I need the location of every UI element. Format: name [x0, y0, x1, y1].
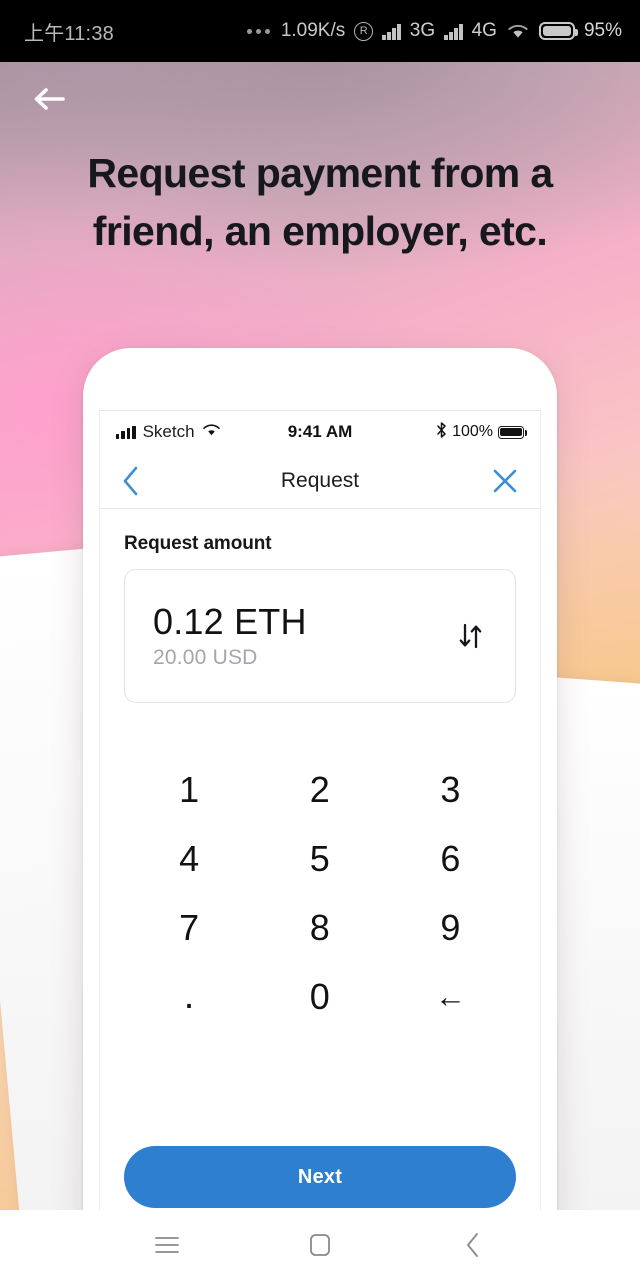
key-4[interactable]: 4 — [124, 824, 255, 893]
nav-home-button[interactable] — [292, 1217, 348, 1273]
app-close-button[interactable] — [492, 468, 518, 494]
app-nav-bar: Request — [100, 453, 540, 509]
hero-banner: Request payment from a friend, an employ… — [0, 62, 640, 1210]
network-speed-label: 1.09K/s — [280, 20, 346, 41]
network-type-label-2: 4G — [471, 20, 497, 41]
system-clock: 上午11:38 — [24, 22, 114, 45]
request-amount-label: Request amount — [124, 533, 272, 554]
wifi-icon — [202, 422, 221, 442]
wifi-icon — [506, 22, 530, 40]
key-9[interactable]: 9 — [385, 893, 516, 962]
next-button[interactable]: Next — [124, 1146, 516, 1208]
hero-back-button[interactable] — [27, 76, 73, 122]
amount-primary-value: 0.12 ETH — [153, 601, 307, 643]
page-title-line-2: friend, an employer, etc. — [92, 208, 548, 255]
android-navigation-bar — [0, 1210, 640, 1280]
key-8[interactable]: 8 — [255, 893, 386, 962]
chevron-left-icon — [123, 466, 138, 495]
app-back-button[interactable] — [122, 466, 140, 496]
system-status-icons: 1.09K/s R 3G 4G 95% — [246, 20, 622, 42]
amount-values: 0.12 ETH 20.00 USD — [153, 602, 307, 670]
system-status-bar: 上午11:38 1.09K/s R 3G 4G 95% — [0, 0, 640, 62]
signal-bars-icon — [116, 425, 136, 439]
phone-status-bar: Sketch 9:41 AM 100% — [100, 411, 540, 453]
key-1[interactable]: 1 — [124, 755, 255, 824]
phone-screen: Sketch 9:41 AM 100% Request Request amou… — [99, 410, 541, 1210]
key-7[interactable]: 7 — [124, 893, 255, 962]
close-x-icon — [493, 469, 517, 492]
network-type-label-1: 3G — [409, 20, 436, 41]
key-5[interactable]: 5 — [255, 824, 386, 893]
nav-back-button[interactable] — [445, 1217, 501, 1273]
arrow-left-icon — [34, 88, 65, 110]
phone-status-left: Sketch — [116, 422, 221, 442]
swap-currency-button[interactable] — [449, 614, 493, 658]
registered-icon: R — [354, 21, 374, 41]
amount-input-card[interactable]: 0.12 ETH 20.00 USD — [124, 569, 516, 703]
app-screen: 上午11:38 1.09K/s R 3G 4G 95% Request paym… — [0, 0, 640, 1280]
bluetooth-icon — [436, 421, 447, 443]
key-3[interactable]: 3 — [385, 755, 516, 824]
battery-percent-label: 95% — [583, 20, 622, 41]
page-title: Request payment from a friend, an employ… — [0, 144, 640, 260]
app-content: Request amount 0.12 ETH 20.00 USD 1 2 3 … — [100, 509, 540, 1210]
battery-icon — [498, 425, 527, 439]
home-square-icon — [310, 1234, 330, 1256]
signal-bars-icon-2 — [444, 23, 463, 40]
battery-icon — [538, 22, 578, 40]
signal-bars-icon-1 — [382, 23, 401, 40]
app-nav-title: Request — [280, 468, 360, 492]
nav-menu-button[interactable] — [139, 1217, 195, 1273]
key-decimal[interactable]: . — [124, 962, 255, 1031]
next-button-container: Next — [124, 1132, 516, 1210]
swap-vertical-icon — [459, 623, 482, 649]
overflow-dots-icon — [246, 28, 270, 34]
page-title-line-1: Request payment from a — [87, 150, 553, 196]
phone-battery-percent: 100% — [452, 423, 493, 440]
phone-status-right: 100% — [436, 421, 527, 443]
key-2[interactable]: 2 — [255, 755, 386, 824]
carrier-label: Sketch — [142, 422, 195, 441]
chevron-left-icon — [467, 1233, 479, 1257]
phone-mockup: Sketch 9:41 AM 100% Request Request amou… — [83, 348, 557, 1210]
amount-secondary-value: 20.00 USD — [153, 645, 258, 669]
key-backspace[interactable]: ← — [385, 962, 516, 1031]
numeric-keypad: 1 2 3 4 5 6 7 8 9 . 0 ← — [124, 755, 516, 1031]
menu-icon — [154, 1237, 179, 1253]
key-6[interactable]: 6 — [385, 824, 516, 893]
key-0[interactable]: 0 — [255, 962, 386, 1031]
